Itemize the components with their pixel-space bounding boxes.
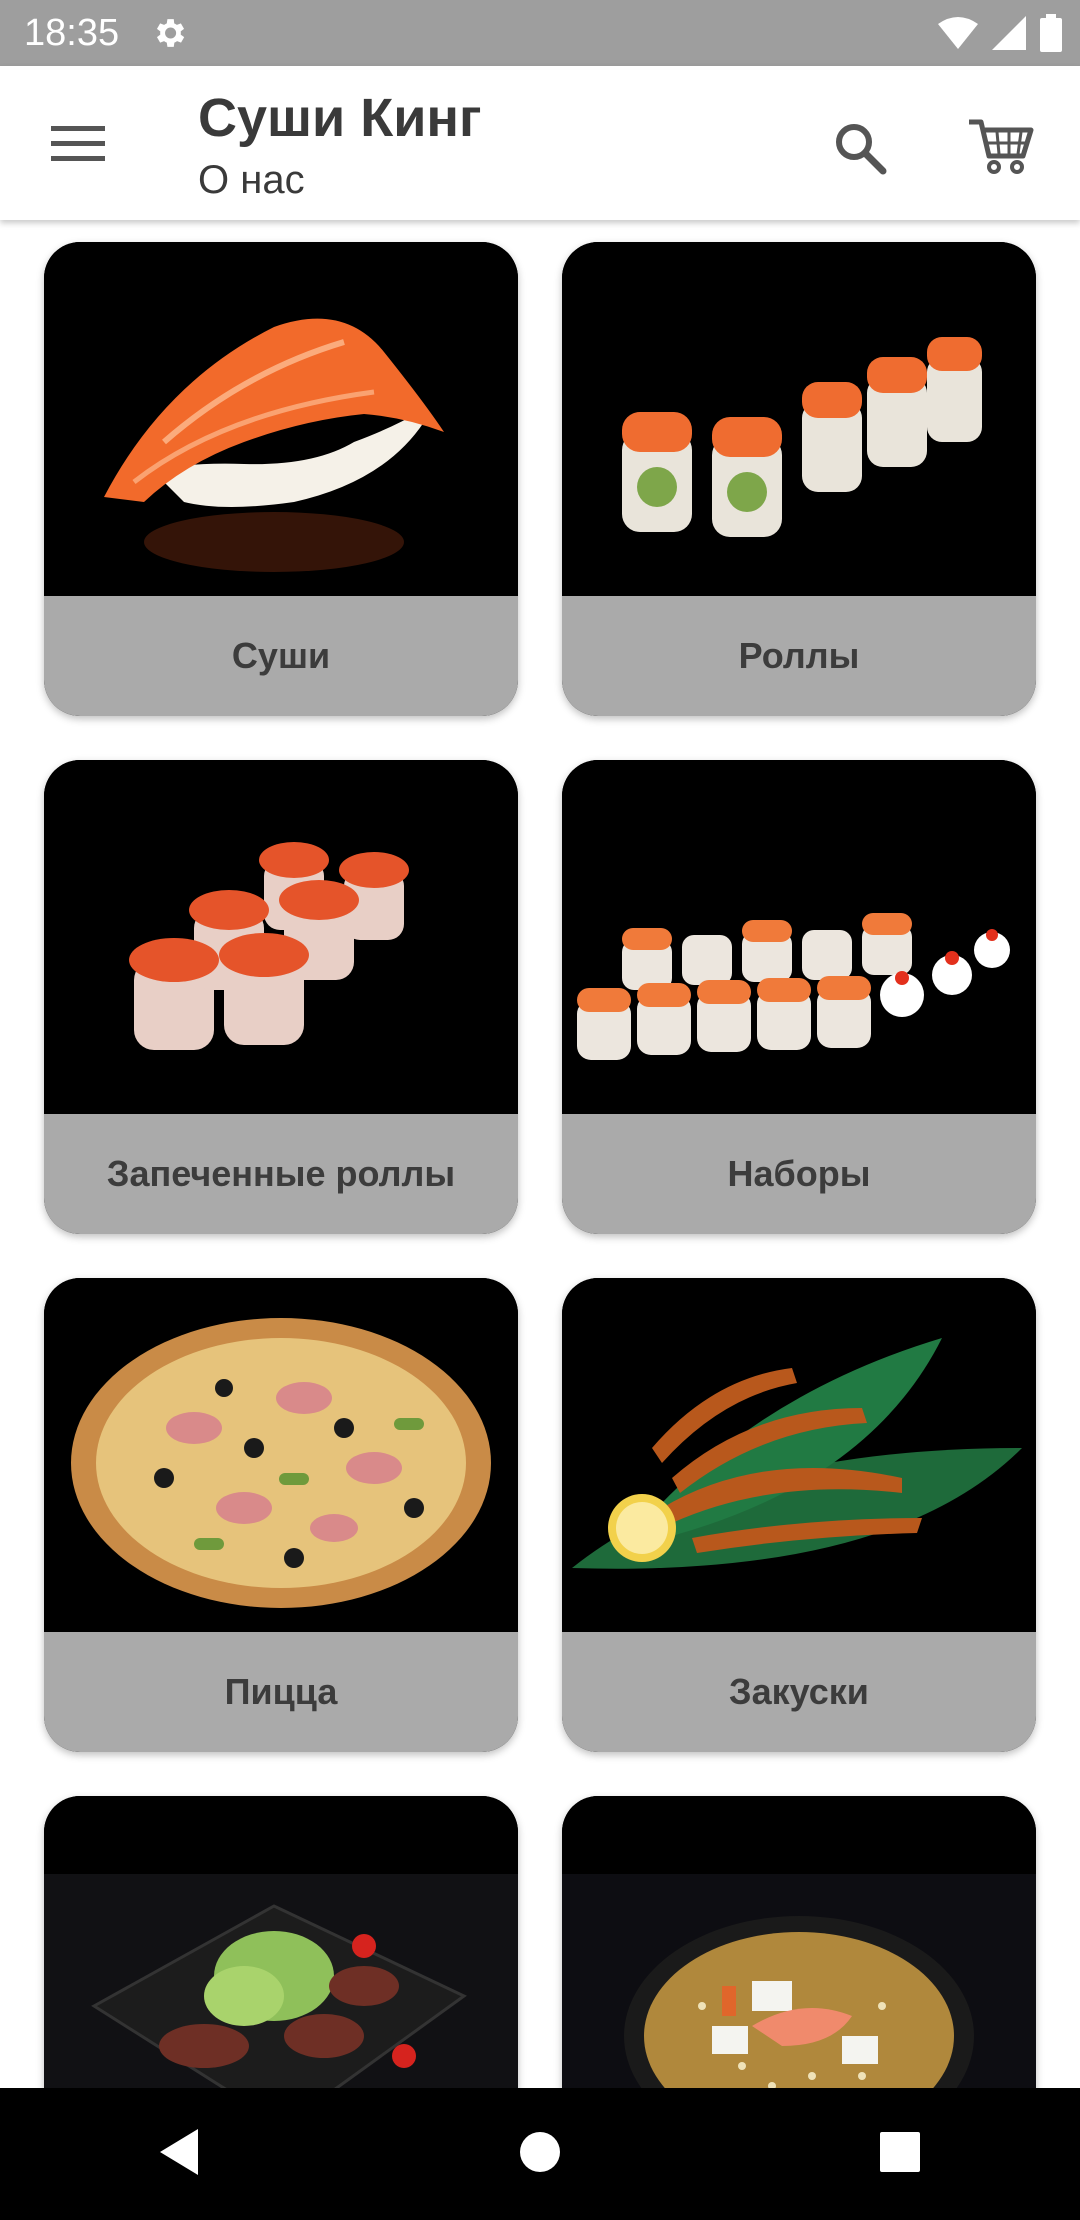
signal-icon	[992, 16, 1026, 50]
search-button[interactable]	[820, 110, 900, 190]
category-label: Роллы	[562, 596, 1036, 716]
category-label: Наборы	[562, 1114, 1036, 1234]
home-button[interactable]	[480, 2094, 600, 2214]
back-button[interactable]	[120, 2094, 240, 2214]
snacks-image	[562, 1278, 1036, 1634]
category-label: Пицца	[44, 1632, 518, 1752]
category-card-sets[interactable]: Наборы	[562, 760, 1036, 1234]
category-card-sushi[interactable]: Суши	[44, 242, 518, 716]
recents-icon	[879, 2131, 921, 2178]
category-label: Суши	[44, 596, 518, 716]
battery-icon	[1040, 14, 1062, 52]
pizza-image	[44, 1278, 518, 1634]
baked-rolls-image	[44, 760, 518, 1116]
sushi-image	[44, 242, 518, 598]
status-bar: 18:35	[0, 0, 1080, 66]
sets-image	[562, 760, 1036, 1116]
menu-icon	[51, 124, 105, 169]
category-card-snacks[interactable]: Закуски	[562, 1278, 1036, 1752]
home-icon	[518, 2130, 562, 2179]
navigation-bar	[0, 2088, 1080, 2220]
category-card-baked-rolls[interactable]: Запеченные роллы	[44, 760, 518, 1234]
status-time: 18:35	[24, 12, 120, 54]
rolls-image	[562, 242, 1036, 598]
soup-image	[562, 1796, 1036, 2088]
category-card-rolls[interactable]: Роллы	[562, 242, 1036, 716]
salad-image	[44, 1796, 518, 2088]
app-subtitle[interactable]: О нас	[198, 156, 305, 204]
cart-button[interactable]	[960, 106, 1044, 190]
settings-gear-icon	[150, 14, 188, 52]
category-label: Запеченные роллы	[44, 1114, 518, 1234]
cart-icon	[967, 116, 1037, 181]
search-icon	[833, 121, 887, 180]
category-grid: Суши Роллы Запеченные роллы Наборы Пицца…	[0, 220, 1080, 2088]
back-icon	[158, 2127, 202, 2182]
recents-button[interactable]	[840, 2094, 960, 2214]
category-card-soups[interactable]	[562, 1796, 1036, 2088]
category-label: Закуски	[562, 1632, 1036, 1752]
category-card-pizza[interactable]: Пицца	[44, 1278, 518, 1752]
app-title: Суши Кинг	[198, 88, 482, 148]
wifi-icon	[938, 16, 978, 50]
menu-button[interactable]	[38, 112, 118, 180]
category-card-salads[interactable]	[44, 1796, 518, 2088]
app-bar: Суши Кинг О нас	[0, 66, 1080, 220]
